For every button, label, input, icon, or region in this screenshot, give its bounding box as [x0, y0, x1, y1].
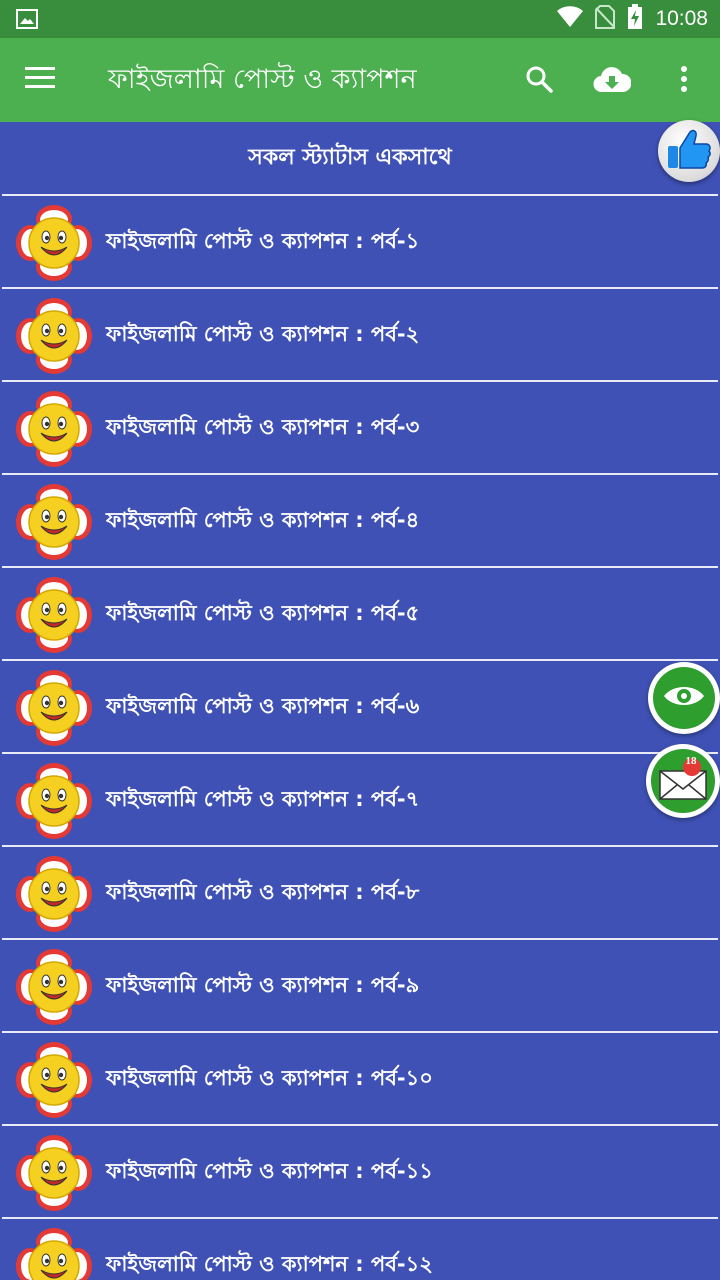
battery-charging-icon — [627, 4, 643, 34]
like-button[interactable] — [658, 120, 720, 182]
list-item[interactable]: ফাইজলামি পোস্ট ও ক্যাপশন : পর্ব-৯ — [0, 940, 720, 1031]
list-item[interactable]: ফাইজলামি পোস্ট ও ক্যাপশন : পর্ব-১১ — [0, 1126, 720, 1217]
smiley-face-icon — [16, 856, 92, 932]
list-item-label: ফাইজলামি পোস্ট ও ক্যাপশন : পর্ব-১১ — [106, 1159, 433, 1183]
smiley-face-icon — [16, 391, 92, 467]
cloud-download-icon — [593, 65, 632, 97]
list-item[interactable]: ফাইজলামি পোস্ট ও ক্যাপশন : পর্ব-৮ — [0, 847, 720, 938]
smiley-face-icon — [16, 763, 92, 839]
download-button[interactable] — [588, 60, 636, 102]
smiley-face-icon — [16, 670, 92, 746]
search-icon — [525, 65, 553, 97]
eye-icon — [663, 683, 705, 713]
list-item[interactable]: ফাইজলামি পোস্ট ও ক্যাপশন : পর্ব-১০ — [0, 1033, 720, 1124]
more-vert-icon — [680, 65, 688, 97]
no-sim-icon — [595, 5, 616, 33]
list-header-label: সকল স্ট্যাটাস একসাথে — [248, 144, 452, 170]
smiley-face-icon — [16, 577, 92, 653]
list-item[interactable]: ফাইজলামি পোস্ট ও ক্যাপশন : পর্ব-২ — [0, 289, 720, 380]
list-header[interactable]: সকল স্ট্যাটাস একসাথে — [0, 122, 720, 194]
status-clock: 10:08 — [655, 7, 708, 30]
list-item[interactable]: ফাইজলামি পোস্ট ও ক্যাপশন : পর্ব-৫ — [0, 568, 720, 659]
image-icon — [16, 9, 38, 29]
app-title: ফাইজলামি পোস্ট ও ক্যাপশন — [108, 64, 417, 95]
thumbs-up-icon — [666, 128, 712, 174]
status-list: সকল স্ট্যাটাস একসাথে ফাইজলামি পোস্ট ও ক্… — [0, 122, 720, 1280]
smiley-face-icon — [16, 484, 92, 560]
status-bar: 10:08 — [0, 0, 720, 38]
list-item[interactable]: ফাইজলামি পোস্ট ও ক্যাপশন : পর্ব-৪ — [0, 475, 720, 566]
more-options-button[interactable] — [664, 60, 704, 102]
smiley-face-icon — [16, 1228, 92, 1280]
list-item-label: ফাইজলামি পোস্ট ও ক্যাপশন : পর্ব-৩ — [106, 415, 420, 439]
menu-button[interactable] — [20, 60, 60, 100]
list-item[interactable]: ফাইজলামি পোস্ট ও ক্যাপশন : পর্ব-৩ — [0, 382, 720, 473]
list-item-label: ফাইজলামি পোস্ট ও ক্যাপশন : পর্ব-২ — [106, 322, 420, 346]
list-item[interactable]: ফাইজলামি পোস্ট ও ক্যাপশন : পর্ব-৬ — [0, 661, 720, 752]
list-item-label: ফাইজলামি পোস্ট ও ক্যাপশন : পর্ব-৭ — [106, 787, 420, 811]
smiley-face-icon — [16, 298, 92, 374]
smiley-face-icon — [16, 205, 92, 281]
list-item[interactable]: ফাইজলামি পোস্ট ও ক্যাপশন : পর্ব-৭ — [0, 754, 720, 845]
smiley-face-icon — [16, 1135, 92, 1211]
list-item-label: ফাইজলামি পোস্ট ও ক্যাপশন : পর্ব-১ — [106, 229, 420, 253]
list-item-label: ফাইজলামি পোস্ট ও ক্যাপশন : পর্ব-১০ — [106, 1066, 433, 1090]
app-bar: ফাইজলামি পোস্ট ও ক্যাপশন — [0, 38, 720, 122]
eye-button[interactable] — [648, 662, 720, 734]
mail-button[interactable]: 18 — [646, 744, 720, 818]
wifi-icon — [557, 6, 584, 32]
list-item-label: ফাইজলামি পোস্ট ও ক্যাপশন : পর্ব-৪ — [106, 508, 420, 532]
search-button[interactable] — [518, 60, 560, 102]
list-item-label: ফাইজলামি পোস্ট ও ক্যাপশন : পর্ব-৫ — [106, 601, 420, 625]
list-item[interactable]: ফাইজলামি পোস্ট ও ক্যাপশন : পর্ব-১২ — [0, 1219, 720, 1280]
smiley-face-icon — [16, 949, 92, 1025]
mail-badge: 18 — [685, 755, 697, 767]
list-item-label: ফাইজলামি পোস্ট ও ক্যাপশন : পর্ব-৬ — [106, 694, 420, 718]
smiley-face-icon — [16, 1042, 92, 1118]
list-item-label: ফাইজলামি পোস্ট ও ক্যাপশন : পর্ব-৯ — [106, 973, 420, 997]
list-item[interactable]: ফাইজলামি পোস্ট ও ক্যাপশন : পর্ব-১ — [0, 196, 720, 287]
list-item-label: ফাইজলামি পোস্ট ও ক্যাপশন : পর্ব-৮ — [106, 880, 420, 904]
menu-icon — [25, 67, 55, 93]
list-item-label: ফাইজলামি পোস্ট ও ক্যাপশন : পর্ব-১২ — [106, 1252, 433, 1276]
